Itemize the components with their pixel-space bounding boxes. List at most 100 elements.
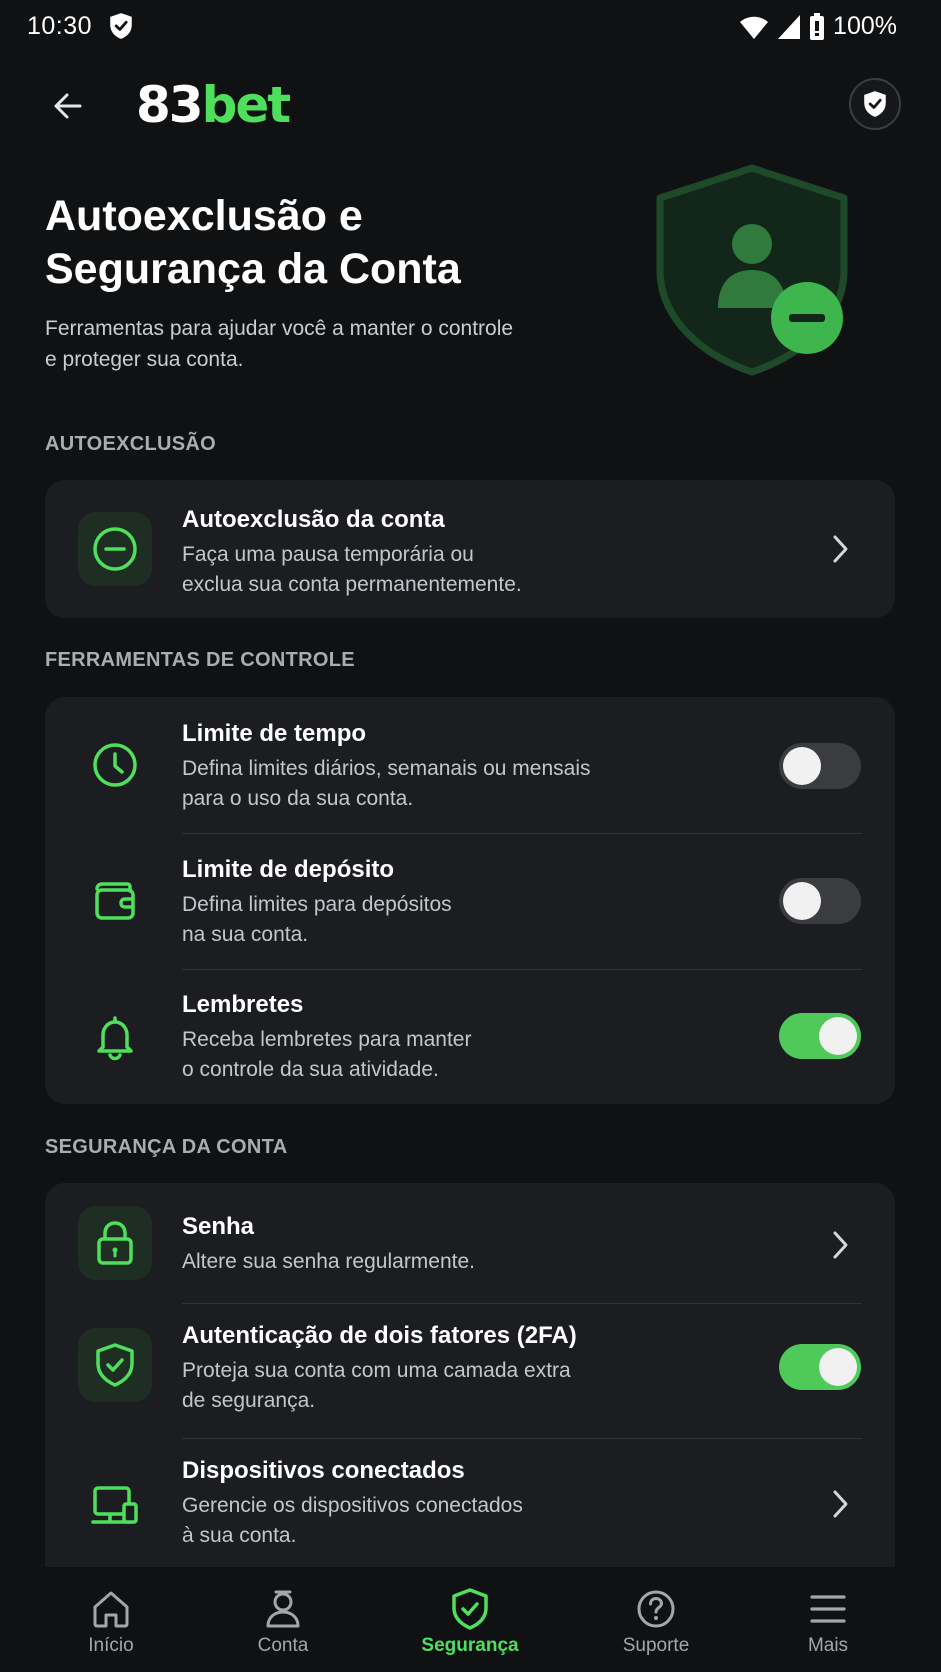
security-shortcut-button[interactable] [849, 78, 901, 130]
logo-text: bet [201, 76, 292, 134]
security-status-icon [110, 13, 132, 39]
row-two-factor-auth[interactable]: Autenticação de dois fatores (2FA) Prote… [45, 1304, 895, 1438]
row-description-line-1: Defina limites diários, semanais ou mens… [182, 757, 591, 780]
row-description: Defina limites diários, semanais ou mens… [182, 754, 662, 814]
wifi-icon [740, 16, 769, 39]
brand-logo[interactable]: 83bet [136, 76, 292, 134]
row-title: Limite de depósito [182, 856, 395, 883]
row-description-line-2: de segurança. [182, 1389, 316, 1412]
toggle-knob [783, 882, 821, 920]
self-exclusion-card: Autoexclusão da conta Faça uma pausa tem… [45, 480, 895, 618]
bell-icon [97, 1016, 133, 1061]
row-description-line-1: Defina limites para depósitos [182, 893, 452, 916]
row-description-line-2: o controle da sua atividade. [182, 1058, 439, 1081]
row-description-line-2: para o uso da sua conta. [182, 787, 414, 810]
wallet-icon [95, 882, 135, 920]
bottom-navigation: Início Conta Segurança Suporte Mais [0, 1567, 941, 1672]
row-account-self-exclusion[interactable]: Autoexclusão da conta Faça uma pausa tem… [45, 480, 895, 618]
toggle-knob [783, 747, 821, 785]
nav-label: Segurança [421, 1635, 519, 1656]
control-tools-card: Limite de tempo Defina limites diários, … [45, 697, 895, 1104]
status-indicators: 100% [739, 12, 897, 41]
row-description-line-1: Receba lembretes para manter [182, 1028, 472, 1051]
menu-icon [806, 1587, 850, 1631]
page-title-line-1: Autoexclusão e [45, 192, 363, 240]
section-label-account-security: SEGURANÇA DA CONTA [45, 1136, 288, 1158]
nav-item-account[interactable]: Conta [213, 1567, 353, 1672]
status-bar: 10:30 100% [0, 0, 941, 56]
nav-item-security[interactable]: Segurança [400, 1567, 540, 1672]
chevron-right-icon [825, 534, 855, 564]
icon-wrap [78, 1000, 152, 1074]
row-description-line-1: Altere sua senha regularmente. [182, 1250, 476, 1273]
section-label-self-exclusion: AUTOEXCLUSÃO [45, 433, 217, 455]
page-subtitle: Ferramentas para ajudar você a manter o … [45, 313, 585, 375]
chevron-right-icon [825, 1489, 855, 1519]
battery-percentage: 100% [833, 12, 897, 40]
shield-check-icon [96, 1343, 134, 1387]
row-title: Dispositivos conectados [182, 1457, 465, 1484]
time-limit-toggle[interactable] [779, 743, 861, 789]
icon-tile [78, 512, 152, 586]
top-bar: 83bet [0, 70, 941, 140]
row-description-line-1: Faça uma pausa temporária ou [182, 543, 474, 566]
row-password[interactable]: Senha Altere sua senha regularmente. [45, 1183, 895, 1303]
row-title: Autoexclusão da conta [182, 506, 445, 533]
status-time: 10:30 [27, 12, 93, 40]
two-factor-auth-toggle[interactable] [779, 1344, 861, 1390]
shield-user-minus-illustration [656, 164, 848, 376]
nav-label: Suporte [622, 1635, 690, 1656]
back-button[interactable] [44, 82, 92, 130]
arrow-left-icon [54, 93, 82, 119]
signal-icon [778, 14, 801, 39]
row-deposit-limit[interactable]: Limite de depósito Defina limites para d… [45, 834, 895, 969]
row-description: Faça uma pausa temporária ou exclua sua … [182, 540, 652, 600]
row-time-limit[interactable]: Limite de tempo Defina limites diários, … [45, 697, 895, 833]
row-description: Gerencie os dispositivos conectados à su… [182, 1491, 652, 1551]
account-security-card: Senha Altere sua senha regularmente. Aut… [45, 1183, 895, 1567]
page-subtitle-line-2: e proteger sua conta. [45, 348, 244, 371]
reminders-toggle[interactable] [779, 1013, 861, 1059]
clock-icon [93, 743, 137, 787]
user-icon [261, 1587, 305, 1631]
help-icon [634, 1587, 678, 1631]
chevron-right-icon [825, 1230, 855, 1260]
icon-tile [78, 1328, 152, 1402]
section-label-control-tools: FERRAMENTAS DE CONTROLE [45, 649, 355, 671]
row-title: Autenticação de dois fatores (2FA) [182, 1322, 577, 1349]
row-title: Senha [182, 1213, 255, 1240]
row-reminders[interactable]: Lembretes Receba lembretes para manter o… [45, 970, 895, 1104]
deposit-limit-toggle[interactable] [779, 878, 861, 924]
row-description: Altere sua senha regularmente. [182, 1247, 652, 1277]
nav-item-home[interactable]: Início [41, 1567, 181, 1672]
toggle-knob [819, 1348, 857, 1386]
row-description-line-2: à sua conta. [182, 1524, 297, 1547]
nav-label: Conta [257, 1635, 309, 1656]
nav-item-support[interactable]: Suporte [586, 1567, 726, 1672]
nav-label: Mais [807, 1635, 849, 1656]
page-title-line-2: Segurança da Conta [45, 245, 461, 293]
logo-number: 83 [136, 76, 204, 134]
row-title: Limite de tempo [182, 720, 367, 747]
minus-circle-icon [93, 527, 137, 571]
battery-icon [810, 12, 825, 40]
nav-label: Início [88, 1635, 134, 1656]
row-description-line-1: Proteja sua conta com uma camada extra [182, 1359, 571, 1382]
row-description-line-2: na sua conta. [182, 923, 309, 946]
toggle-knob [819, 1017, 857, 1055]
row-title: Lembretes [182, 991, 304, 1018]
home-icon [89, 1587, 133, 1631]
row-description-line-1: Gerencie os dispositivos conectados [182, 1494, 523, 1517]
row-description: Defina limites para depósitos na sua con… [182, 890, 652, 950]
devices-icon [91, 1486, 138, 1524]
shield-check-icon [864, 91, 886, 117]
icon-wrap [78, 728, 152, 802]
row-description-line-2: exclua sua conta permanentemente. [182, 573, 522, 596]
lock-icon [97, 1221, 133, 1265]
row-connected-devices[interactable]: Dispositivos conectados Gerencie os disp… [45, 1439, 895, 1567]
nav-item-more[interactable]: Mais [758, 1567, 898, 1672]
icon-tile [78, 1206, 152, 1280]
icon-wrap [78, 864, 152, 938]
page-title: Autoexclusão e Segurança da Conta [45, 190, 585, 296]
row-description: Proteja sua conta com uma camada extra d… [182, 1356, 652, 1416]
